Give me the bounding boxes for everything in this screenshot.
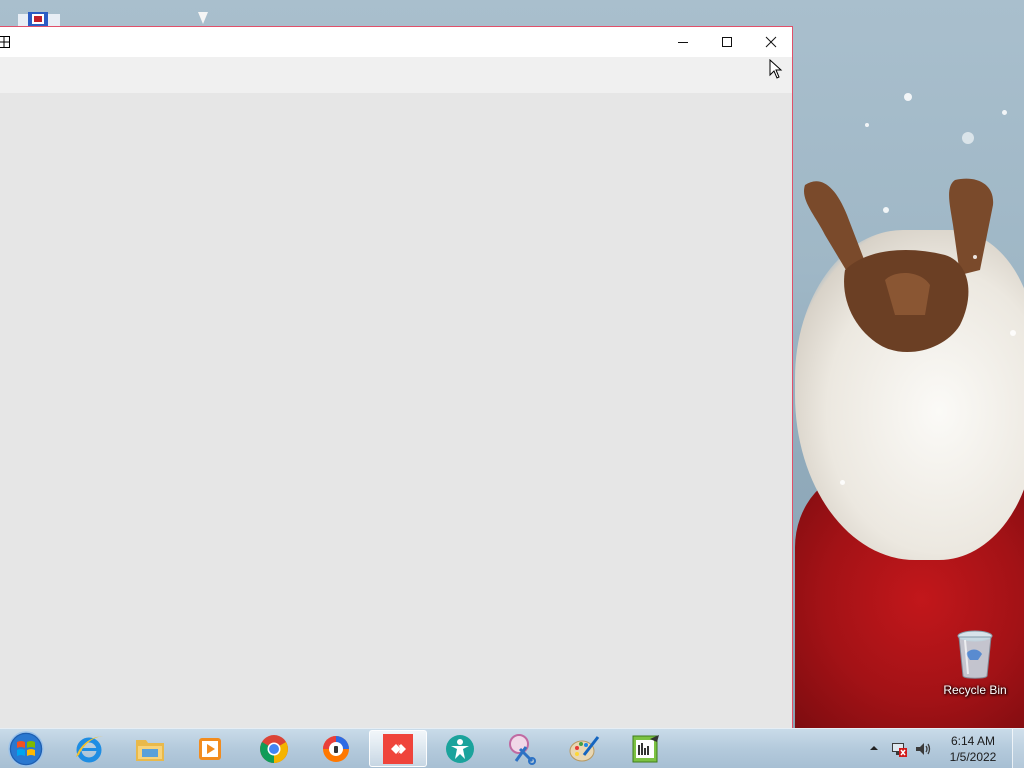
- maximize-button[interactable]: [705, 27, 749, 57]
- close-icon: [765, 36, 777, 48]
- snowflake: [904, 93, 912, 101]
- minimize-button[interactable]: [661, 27, 705, 57]
- recycle-bin[interactable]: Recycle Bin: [940, 630, 1010, 702]
- taskbar-accessibility[interactable]: [431, 730, 489, 767]
- taskbar-paint[interactable]: [555, 730, 613, 767]
- network-icon[interactable]: [890, 740, 908, 758]
- clock-time: 6:14 AM: [950, 734, 996, 748]
- avast-browser-icon: [323, 735, 349, 762]
- internet-explorer-icon: [76, 736, 103, 762]
- clock[interactable]: 6:14 AM 1/5/2022: [936, 733, 1010, 765]
- clock-date: 1/5/2022: [949, 750, 997, 764]
- taskbar-avast-browser[interactable]: [307, 730, 365, 767]
- close-button[interactable]: [749, 27, 793, 57]
- taskbar: 6:14 AM 1/5/2022: [0, 728, 1024, 768]
- file-explorer-icon: [136, 739, 164, 761]
- volume-icon[interactable]: [914, 740, 932, 758]
- snowflake: [840, 480, 845, 485]
- taskbar-chrome[interactable]: [245, 730, 303, 767]
- app-icon: [0, 36, 10, 48]
- media-player-icon: [199, 737, 221, 760]
- wallpaper-glove: [804, 178, 994, 353]
- start-button[interactable]: [6, 730, 46, 768]
- snowflake: [865, 123, 869, 127]
- chrome-icon: [260, 734, 288, 763]
- taskbar-file-explorer[interactable]: [121, 730, 179, 767]
- snowflake: [962, 132, 974, 144]
- recycle-bin-label: Recycle Bin: [943, 683, 1007, 697]
- snowflake: [883, 207, 889, 213]
- title-bar[interactable]: [0, 27, 792, 57]
- accessibility-icon: [446, 734, 474, 763]
- mouse-cursor-icon: [769, 59, 783, 79]
- snipping-tool-icon: [509, 733, 536, 765]
- desktop-shortcut-icon[interactable]: [198, 12, 208, 24]
- editor-icon: [632, 734, 659, 762]
- paint-icon: [569, 735, 600, 761]
- show-hidden-icons-arrow[interactable]: [869, 744, 879, 752]
- window-content: [0, 93, 792, 728]
- desktop: Recycle Bin 6:14 AM 1/5/2022: [0, 0, 1024, 768]
- minimize-icon: [678, 42, 688, 43]
- snowflake: [973, 255, 977, 259]
- anydesk-icon: [383, 733, 413, 764]
- toolbar: [0, 57, 792, 93]
- show-desktop-button[interactable]: [1012, 729, 1024, 768]
- taskbar-editor[interactable]: [617, 730, 675, 767]
- snowflake: [1010, 330, 1016, 336]
- taskbar-internet-explorer[interactable]: [60, 730, 118, 767]
- windows-start-icon: [8, 731, 44, 767]
- desktop-shortcut-icon[interactable]: [18, 8, 60, 26]
- taskbar-media-player[interactable]: [182, 730, 240, 767]
- snowflake: [1002, 110, 1007, 115]
- taskbar-anydesk[interactable]: [369, 730, 427, 767]
- taskbar-snipping-tool[interactable]: [493, 730, 551, 767]
- app-window: [0, 26, 793, 728]
- recycle-bin-icon: [957, 630, 993, 679]
- maximize-icon: [722, 37, 732, 47]
